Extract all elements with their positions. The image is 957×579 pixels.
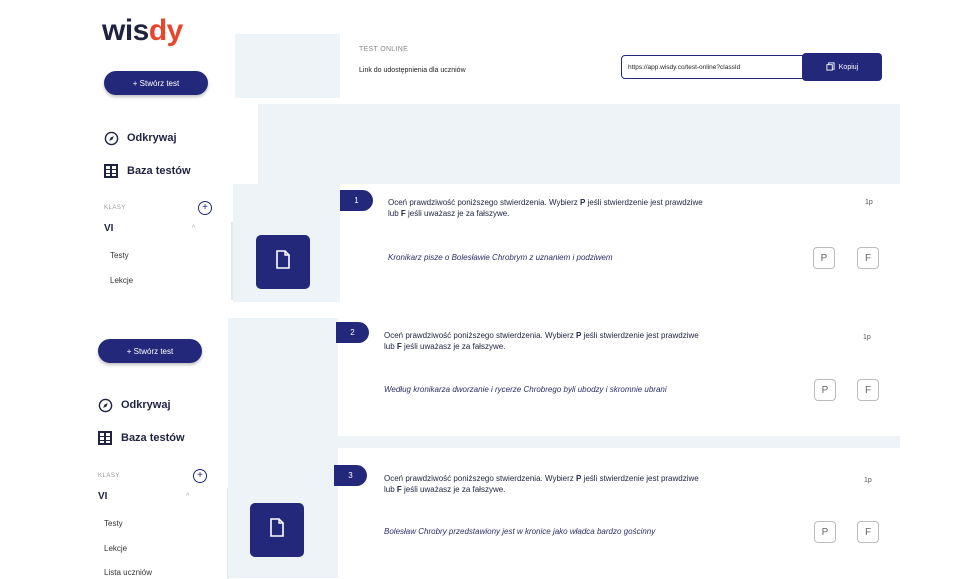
- question-number: 1: [340, 190, 373, 211]
- copy-icon: [826, 61, 835, 73]
- question-text: Oceń prawdziwość poniższego stwierdzenia…: [388, 198, 703, 218]
- question-points: 1p: [864, 477, 872, 484]
- question-statement: Bolesław Chrobry przedstawiony jest w kr…: [384, 527, 656, 536]
- nav-test-bank[interactable]: Baza testów: [103, 163, 191, 179]
- class-name[interactable]: VI: [104, 223, 113, 234]
- document-icon: [269, 518, 285, 542]
- sidebar-item-students[interactable]: Lista uczniów: [104, 568, 152, 577]
- question-number: 2: [336, 322, 369, 343]
- class-name[interactable]: VI: [98, 491, 107, 502]
- copy-button[interactable]: Kopiuj: [802, 53, 882, 81]
- main-bg: [258, 104, 900, 184]
- option-true-button[interactable]: P: [814, 521, 836, 543]
- question-points: 1p: [863, 334, 871, 341]
- chevron-up-icon[interactable]: ^: [192, 225, 195, 232]
- main-bg: [338, 436, 900, 448]
- film-grid-icon: [103, 163, 119, 179]
- nav-explore[interactable]: Odkrywaj: [97, 397, 171, 413]
- classes-header: KLASY: [104, 205, 126, 211]
- nav-test-bank[interactable]: Baza testów: [97, 430, 185, 446]
- copy-label: Kopiuj: [838, 63, 859, 71]
- add-class-icon[interactable]: +: [193, 469, 207, 483]
- compass-icon: [103, 130, 119, 146]
- nav-test-bank-label: Baza testów: [127, 165, 191, 177]
- question-statement: Kronikarz pisze o Bolesławie Chrobrym z …: [388, 253, 613, 262]
- question-text: Oceń prawdziwość poniższego stwierdzenia…: [384, 331, 699, 351]
- sidebar-item-lessons[interactable]: Lekcje: [104, 544, 127, 553]
- wisdy-logo[interactable]: wisdy: [102, 14, 183, 48]
- film-grid-icon: [97, 430, 113, 446]
- sidebar-item-tests[interactable]: Testy: [110, 251, 129, 260]
- document-tile[interactable]: [256, 235, 310, 289]
- option-true-button[interactable]: P: [813, 247, 835, 269]
- option-false-button[interactable]: F: [857, 247, 879, 269]
- document-icon: [275, 250, 291, 274]
- nav-explore-label: Odkrywaj: [127, 132, 177, 144]
- option-false-button[interactable]: F: [857, 521, 879, 543]
- option-false-button[interactable]: F: [857, 379, 879, 401]
- compass-icon: [97, 397, 113, 413]
- document-tile[interactable]: [250, 503, 304, 557]
- create-test-button[interactable]: + Stwórz test: [98, 339, 202, 363]
- share-link-label: Link do udostępnienia dla uczniów: [359, 67, 466, 74]
- option-true-button[interactable]: P: [814, 379, 836, 401]
- classes-header: KLASY: [98, 473, 120, 479]
- question-points: 1p: [865, 199, 873, 206]
- main-bg: [235, 34, 340, 98]
- nav-explore[interactable]: Odkrywaj: [103, 130, 177, 146]
- sidebar-item-lessons[interactable]: Lekcje: [110, 276, 133, 285]
- nav-explore-label: Odkrywaj: [121, 399, 171, 411]
- sidebar-item-tests[interactable]: Testy: [104, 519, 123, 528]
- question-text: Oceń prawdziwość poniższego stwierdzenia…: [384, 474, 699, 494]
- question-statement: Według kronikarza dworzanie i rycerze Ch…: [384, 385, 667, 394]
- share-url-field[interactable]: https://app.wisdy.co/test-online?classId: [621, 55, 807, 79]
- test-online-title: TEST ONLINE: [359, 46, 409, 53]
- chevron-up-icon[interactable]: ^: [186, 493, 189, 500]
- create-test-button[interactable]: + Stwórz test: [104, 71, 208, 95]
- question-number: 3: [334, 465, 367, 486]
- nav-test-bank-label: Baza testów: [121, 432, 185, 444]
- add-class-icon[interactable]: +: [198, 201, 212, 215]
